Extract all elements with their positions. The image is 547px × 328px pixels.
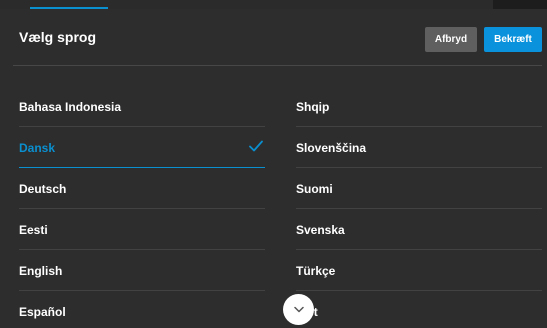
language-label: Eesti xyxy=(19,222,48,237)
language-label: Dansk xyxy=(19,140,56,155)
language-label: Deutsch xyxy=(19,181,67,196)
checkmark-icon xyxy=(249,140,263,152)
language-option-viet[interactable]: Việt xyxy=(296,291,542,328)
language-label: Slovenščina xyxy=(296,140,367,155)
language-option-slovenscina[interactable]: Slovenščina xyxy=(296,127,542,168)
language-label: Shqip xyxy=(296,99,330,114)
language-option-eesti[interactable]: Eesti xyxy=(19,209,265,250)
language-option-deutsch[interactable]: Deutsch xyxy=(19,168,265,209)
language-option-shqip[interactable]: Shqip xyxy=(296,86,542,127)
language-option-espanol[interactable]: Español xyxy=(19,291,265,328)
language-label: Suomi xyxy=(296,181,333,196)
language-label: Español xyxy=(19,304,66,319)
confirm-button[interactable]: Bekræft xyxy=(484,27,542,52)
language-label: Türkçe xyxy=(296,263,336,278)
cancel-button[interactable]: Afbryd xyxy=(425,27,477,52)
language-dialog: Vælg sprog Afbryd Bekræft Bahasa Indones… xyxy=(0,9,547,328)
dialog-title: Vælg sprog xyxy=(19,29,97,45)
dialog-header: Vælg sprog Afbryd Bekræft xyxy=(0,9,547,68)
language-label: Svenska xyxy=(296,222,345,237)
background-dark-block xyxy=(493,0,547,9)
language-option-svenska[interactable]: Svenska xyxy=(296,209,542,250)
chevron-down-icon xyxy=(293,306,304,313)
scroll-down-button[interactable] xyxy=(283,294,314,325)
language-option-bahasa-indonesia[interactable]: Bahasa Indonesia xyxy=(19,86,265,127)
language-label: Bahasa Indonesia xyxy=(19,99,122,114)
language-option-english[interactable]: English xyxy=(19,250,265,291)
header-divider xyxy=(13,65,542,66)
language-label: English xyxy=(19,263,63,278)
background-app-strip xyxy=(0,0,547,9)
language-option-turkce[interactable]: Türkçe xyxy=(296,250,542,291)
language-option-suomi[interactable]: Suomi xyxy=(296,168,542,209)
language-option-dansk[interactable]: Dansk xyxy=(19,127,265,168)
